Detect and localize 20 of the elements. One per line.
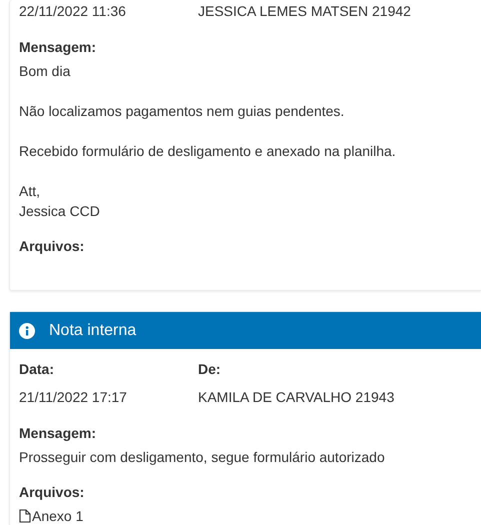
field-value: 22/11/2022 11:36 <box>19 2 127 21</box>
field-value: KAMILA DE CARVALHO 21943 <box>198 388 394 407</box>
files-label: Arquivos: <box>19 237 84 256</box>
attachment-link[interactable]: Anexo 1 <box>19 506 84 525</box>
message-line: Jessica CCD <box>19 202 100 221</box>
message-label: Mensagem: <box>19 38 96 57</box>
message-line: Prosseguir com desligamento, segue formulário autorizado <box>19 448 385 467</box>
info-icon <box>19 322 35 338</box>
note-title: Nota interna <box>49 322 136 340</box>
field-value: JESSICA LEMES MATSEN 21942 <box>198 2 411 21</box>
field-label: Data: <box>19 360 56 379</box>
message-label: Mensagem: <box>19 424 96 443</box>
field-value: 21/11/2022 17:17 <box>19 388 128 407</box>
message-line: Att, <box>19 182 42 201</box>
file-icon <box>19 509 31 523</box>
message-line: Recebido formulário de desligamento e anexado na planilha. <box>19 142 396 161</box>
message-line: Bom dia <box>19 62 70 81</box>
files-label: Arquivos: <box>19 483 84 502</box>
message-line: Não localizamos pagamentos nem guias pendentes. <box>19 102 344 121</box>
field-label: De: <box>198 360 222 379</box>
